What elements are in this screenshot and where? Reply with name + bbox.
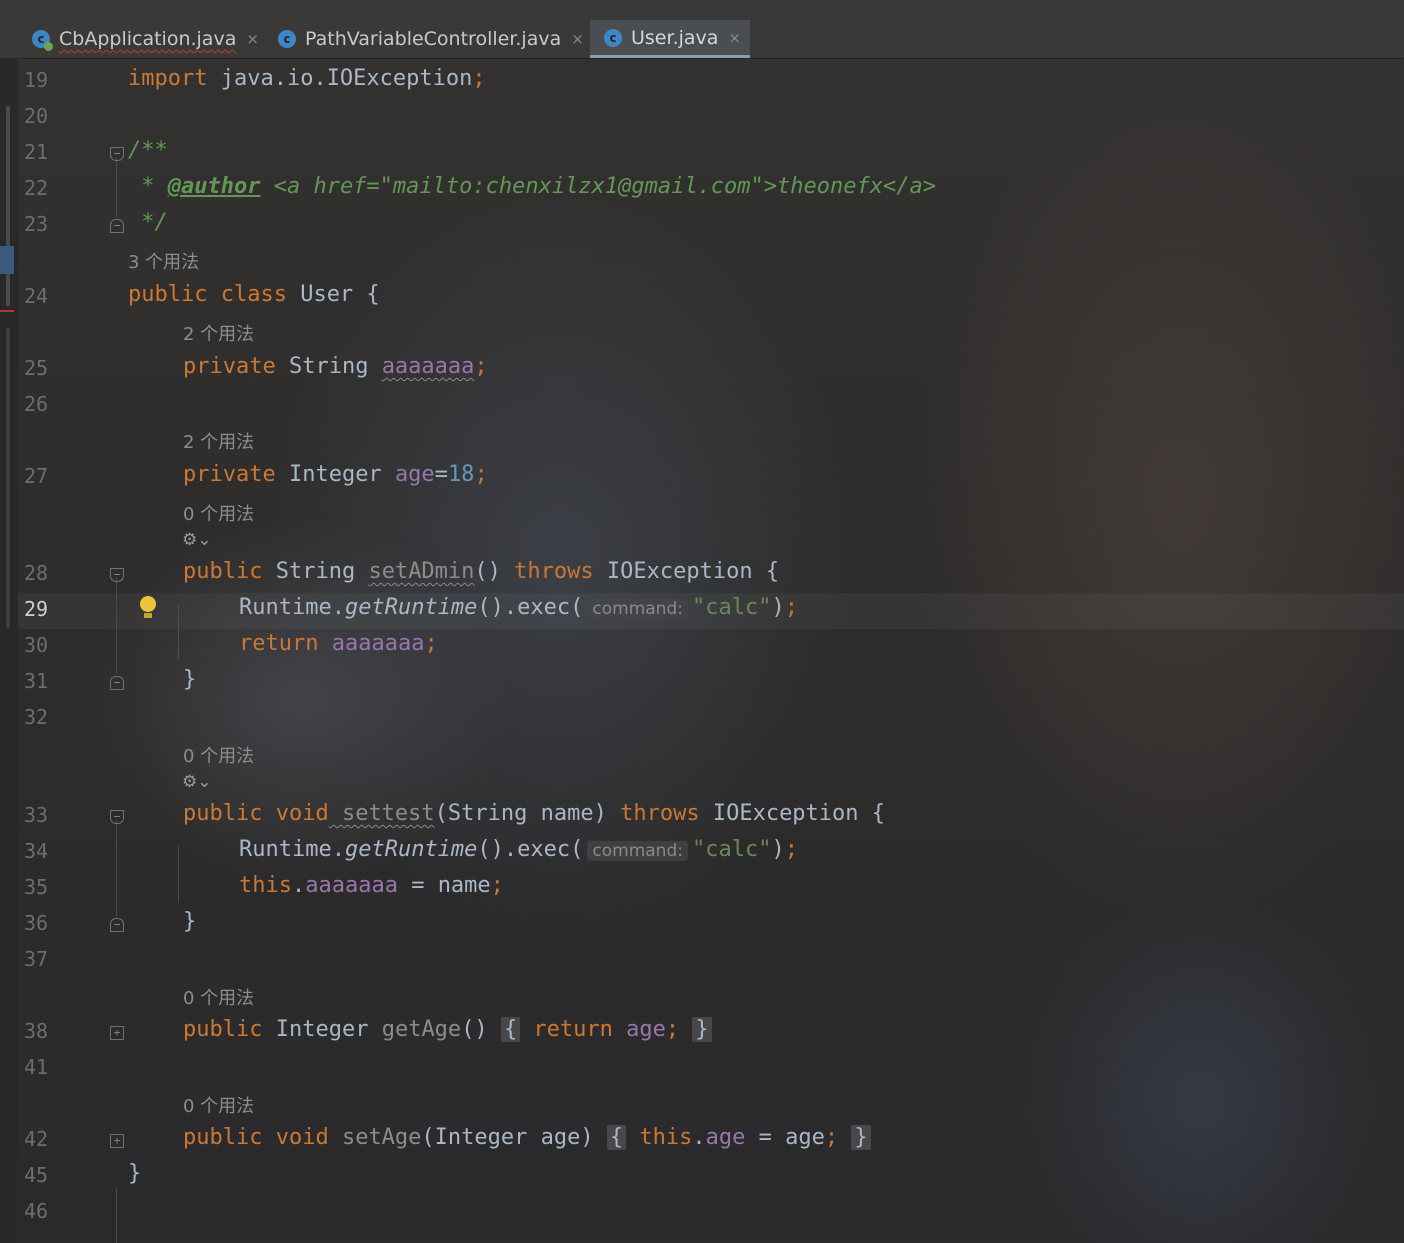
usage-hint[interactable]: 0 个用法	[183, 500, 254, 526]
code-line-24[interactable]: public class User {	[128, 282, 380, 307]
line-number: 27	[24, 464, 49, 488]
line-number: 20	[24, 104, 49, 128]
line-number: 26	[24, 392, 49, 416]
ide-window: c CbApplication.java × c PathVariableCon…	[0, 0, 1404, 1243]
tab-pathvariablecontroller[interactable]: c PathVariableController.java ×	[278, 22, 584, 56]
ai-assist-icon[interactable]: ⚙⌄	[182, 772, 211, 792]
line-number: 46	[24, 1199, 49, 1223]
class-icon: c	[604, 28, 622, 47]
tab-label: PathVariableController.java	[305, 28, 562, 50]
line-number: 24	[24, 284, 49, 308]
line-number: 30	[24, 633, 49, 657]
line-number: 25	[24, 356, 49, 380]
line-number: 36	[24, 911, 49, 935]
code-line-34[interactable]: Runtime.getRuntime().exec(command: "calc"…	[239, 837, 798, 862]
tab-label: CbApplication.java	[59, 28, 237, 50]
folded-brace[interactable]: }	[851, 1125, 871, 1150]
fold-guide	[116, 1188, 117, 1243]
tab-cbapplication[interactable]: c CbApplication.java ×	[32, 22, 259, 56]
close-icon[interactable]: ×	[728, 29, 741, 47]
line-number: 31	[24, 669, 49, 693]
fold-end-icon[interactable]: −	[110, 219, 124, 233]
spring-app-icon: c	[32, 30, 53, 51]
line-number: 38	[24, 1019, 49, 1043]
line-number-current: 29	[24, 597, 49, 621]
usage-hint[interactable]: 2 个用法	[183, 320, 254, 346]
line-number: 42	[24, 1127, 49, 1151]
code-line-31[interactable]: }	[183, 667, 196, 692]
line-number: 34	[24, 839, 49, 863]
code-line-27[interactable]: private Integer age=18;	[183, 462, 488, 487]
folded-brace[interactable]: {	[606, 1125, 627, 1150]
fold-expand-icon[interactable]: +	[110, 1134, 124, 1148]
tab-label: User.java	[631, 26, 719, 49]
lightbulb-icon[interactable]	[140, 596, 156, 618]
param-hint: command:	[587, 599, 688, 619]
fold-end-icon[interactable]: −	[110, 676, 124, 690]
editor-tab-bar: c CbApplication.java × c PathVariableCon…	[0, 14, 1404, 59]
code-line-22[interactable]: * @author <a href="mailto:chenxilzx1@gma…	[128, 174, 936, 199]
code-line-33[interactable]: public void settest(String name) throws …	[183, 801, 885, 826]
indent-guide	[178, 846, 179, 902]
code-line-30[interactable]: return aaaaaaa;	[239, 631, 438, 656]
code-editor[interactable]: 19 20 21 22 23 24 25 26 27 28 29 30 31 3…	[0, 58, 1404, 1243]
fold-guide	[116, 578, 117, 674]
usage-hint[interactable]: 3 个用法	[128, 248, 199, 274]
close-icon[interactable]: ×	[571, 30, 584, 48]
usage-hint[interactable]: 2 个用法	[183, 428, 254, 454]
tab-user[interactable]: c User.java ×	[590, 20, 750, 58]
fold-collapse-icon[interactable]: −	[110, 810, 124, 824]
close-icon[interactable]: ×	[246, 30, 259, 48]
param-hint: command:	[587, 841, 688, 861]
fold-guide	[116, 158, 117, 218]
fold-expand-icon[interactable]: +	[110, 1026, 124, 1040]
folded-brace[interactable]: {	[500, 1017, 521, 1042]
title-strip	[0, 0, 1404, 14]
code-line-23[interactable]: */	[128, 210, 168, 235]
usage-hint[interactable]: 0 个用法	[183, 1092, 254, 1118]
line-number: 41	[24, 1055, 49, 1079]
code-line-45[interactable]: }	[128, 1161, 141, 1186]
fold-collapse-icon[interactable]: −	[110, 147, 124, 161]
code-line-25[interactable]: private String aaaaaaa;	[183, 354, 488, 379]
code-line-29[interactable]: Runtime.getRuntime().exec(command: "calc"…	[239, 595, 798, 620]
usage-hint[interactable]: 0 个用法	[183, 984, 254, 1010]
line-number: 28	[24, 561, 49, 585]
ai-assist-icon[interactable]: ⚙⌄	[182, 530, 211, 550]
line-number: 19	[24, 68, 49, 92]
line-number: 35	[24, 875, 49, 899]
fold-end-icon[interactable]: −	[110, 918, 124, 932]
line-number: 32	[24, 705, 49, 729]
code-line-21[interactable]: /**	[128, 138, 168, 163]
line-number: 33	[24, 803, 49, 827]
line-number: 23	[24, 212, 49, 236]
code-line-36[interactable]: }	[183, 909, 196, 934]
code-line-42[interactable]: public void setAge(Integer age) { this.a…	[183, 1125, 871, 1150]
fold-guide	[116, 820, 117, 916]
line-number: 45	[24, 1163, 49, 1187]
line-number: 21	[24, 140, 49, 164]
usage-hint[interactable]: 0 个用法	[183, 742, 254, 768]
fold-collapse-icon[interactable]: −	[110, 568, 124, 582]
code-line-28[interactable]: public String setADmin() throws IOExcept…	[183, 559, 779, 584]
class-icon: c	[278, 30, 296, 48]
code-line-38[interactable]: public Integer getAge() { return age; }	[183, 1017, 712, 1042]
folded-brace[interactable]: }	[692, 1017, 712, 1042]
indent-guide	[178, 604, 179, 660]
code-line-35[interactable]: this.aaaaaaa = name;	[239, 873, 504, 898]
line-number: 37	[24, 947, 49, 971]
line-number: 22	[24, 176, 49, 200]
code-line-19[interactable]: import java.io.IOException;	[128, 66, 486, 91]
